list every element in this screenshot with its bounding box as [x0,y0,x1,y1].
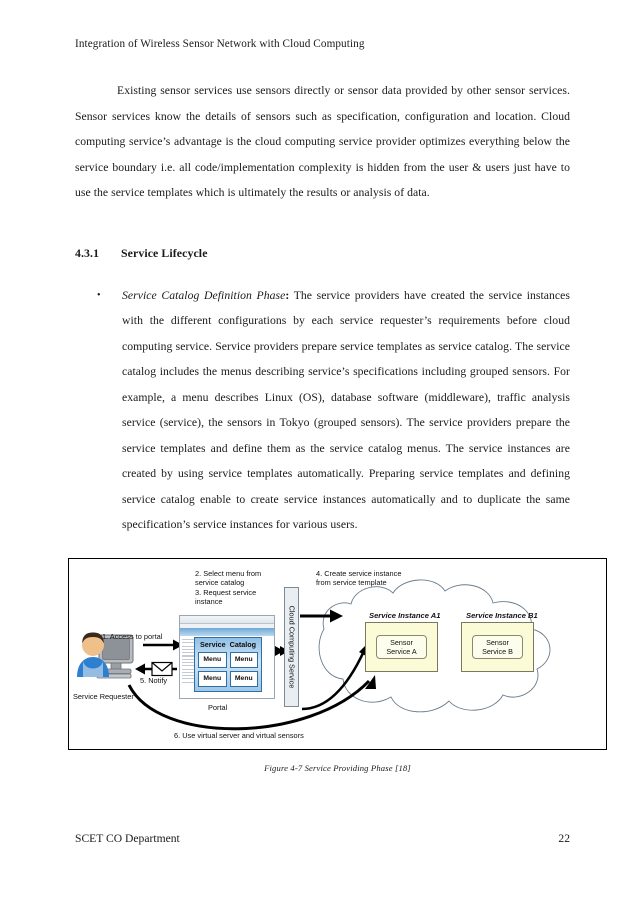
figure-step-4-label: 4. Create service instance from service … [316,569,402,588]
figure-container: Service Catalog Menu Menu Menu Menu Clou… [68,558,607,750]
catalog-heading-service: Service [200,640,226,649]
menu-button[interactable]: Menu [229,652,258,668]
figure-step-6-label: 6. Use virtual server and virtual sensor… [174,731,304,740]
running-head: Integration of Wireless Sensor Network w… [75,38,365,50]
bullet-list: • Service Catalog Definition Phase: The s… [75,283,570,538]
service-instance-a1-title: Service Instance A1 [369,611,441,620]
cloud-computing-service-bar: Cloud Computing Service [284,587,299,707]
portal-header-strip [180,628,274,636]
phase-label: Service Catalog Definition Phase [122,288,286,302]
catalog-heading-catalog: Catalog [229,640,256,649]
figure-step-5-label: 5. Notify [140,676,168,685]
footer-department: SCET CO Department [75,832,180,845]
page-content: Integration of Wireless Sensor Network w… [75,36,570,538]
catalog-heading: Service Catalog [198,640,258,650]
figure-service-requester-label: Service Requester [73,692,134,701]
bullet-icon: • [97,289,101,301]
menu-button[interactable]: Menu [229,670,258,687]
menu-button[interactable]: Menu [198,670,227,687]
cloud-computing-service-label: Cloud Computing Service [287,605,296,689]
service-instance-b1-title: Service Instance B1 [466,611,538,620]
page-number: 22 [558,832,570,845]
figure-border: Service Catalog Menu Menu Menu Menu Clou… [68,558,607,750]
body-paragraph-1: Existing sensor services use sensors dir… [75,84,570,199]
figure-portal-label: Portal [208,703,228,712]
menu-button[interactable]: Menu [198,652,227,668]
sensor-service-a-box: Sensor Service A [376,635,427,659]
page-footer: SCET CO Department 22 [75,832,570,845]
figure-step-2-3-label: 2. Select menu from service catalog 3. R… [195,569,262,607]
catalog-menu-grid: Menu Menu Menu Menu [198,652,258,687]
sensor-service-b-box: Sensor Service B [472,635,523,659]
figure-caption: Figure 4-7 Service Providing Phase [18] [264,763,411,773]
list-item: • Service Catalog Definition Phase: The s… [75,283,570,538]
bullet-body-text: The service providers have created the s… [122,288,570,532]
figure-step-1-label: 1. Access to portal [102,632,163,641]
section-number: 4.3.1 [75,245,100,260]
portal-window[interactable]: Service Catalog Menu Menu Menu Menu [179,615,275,699]
portal-titlebar [180,616,274,624]
section-heading: 4.3.1 Service Lifecycle [75,246,570,261]
envelope-icon [151,661,173,677]
service-catalog-panel[interactable]: Service Catalog Menu Menu Menu Menu [194,637,262,692]
document-page: Integration of Wireless Sensor Network w… [0,0,638,903]
section-title: Service Lifecycle [121,245,208,260]
